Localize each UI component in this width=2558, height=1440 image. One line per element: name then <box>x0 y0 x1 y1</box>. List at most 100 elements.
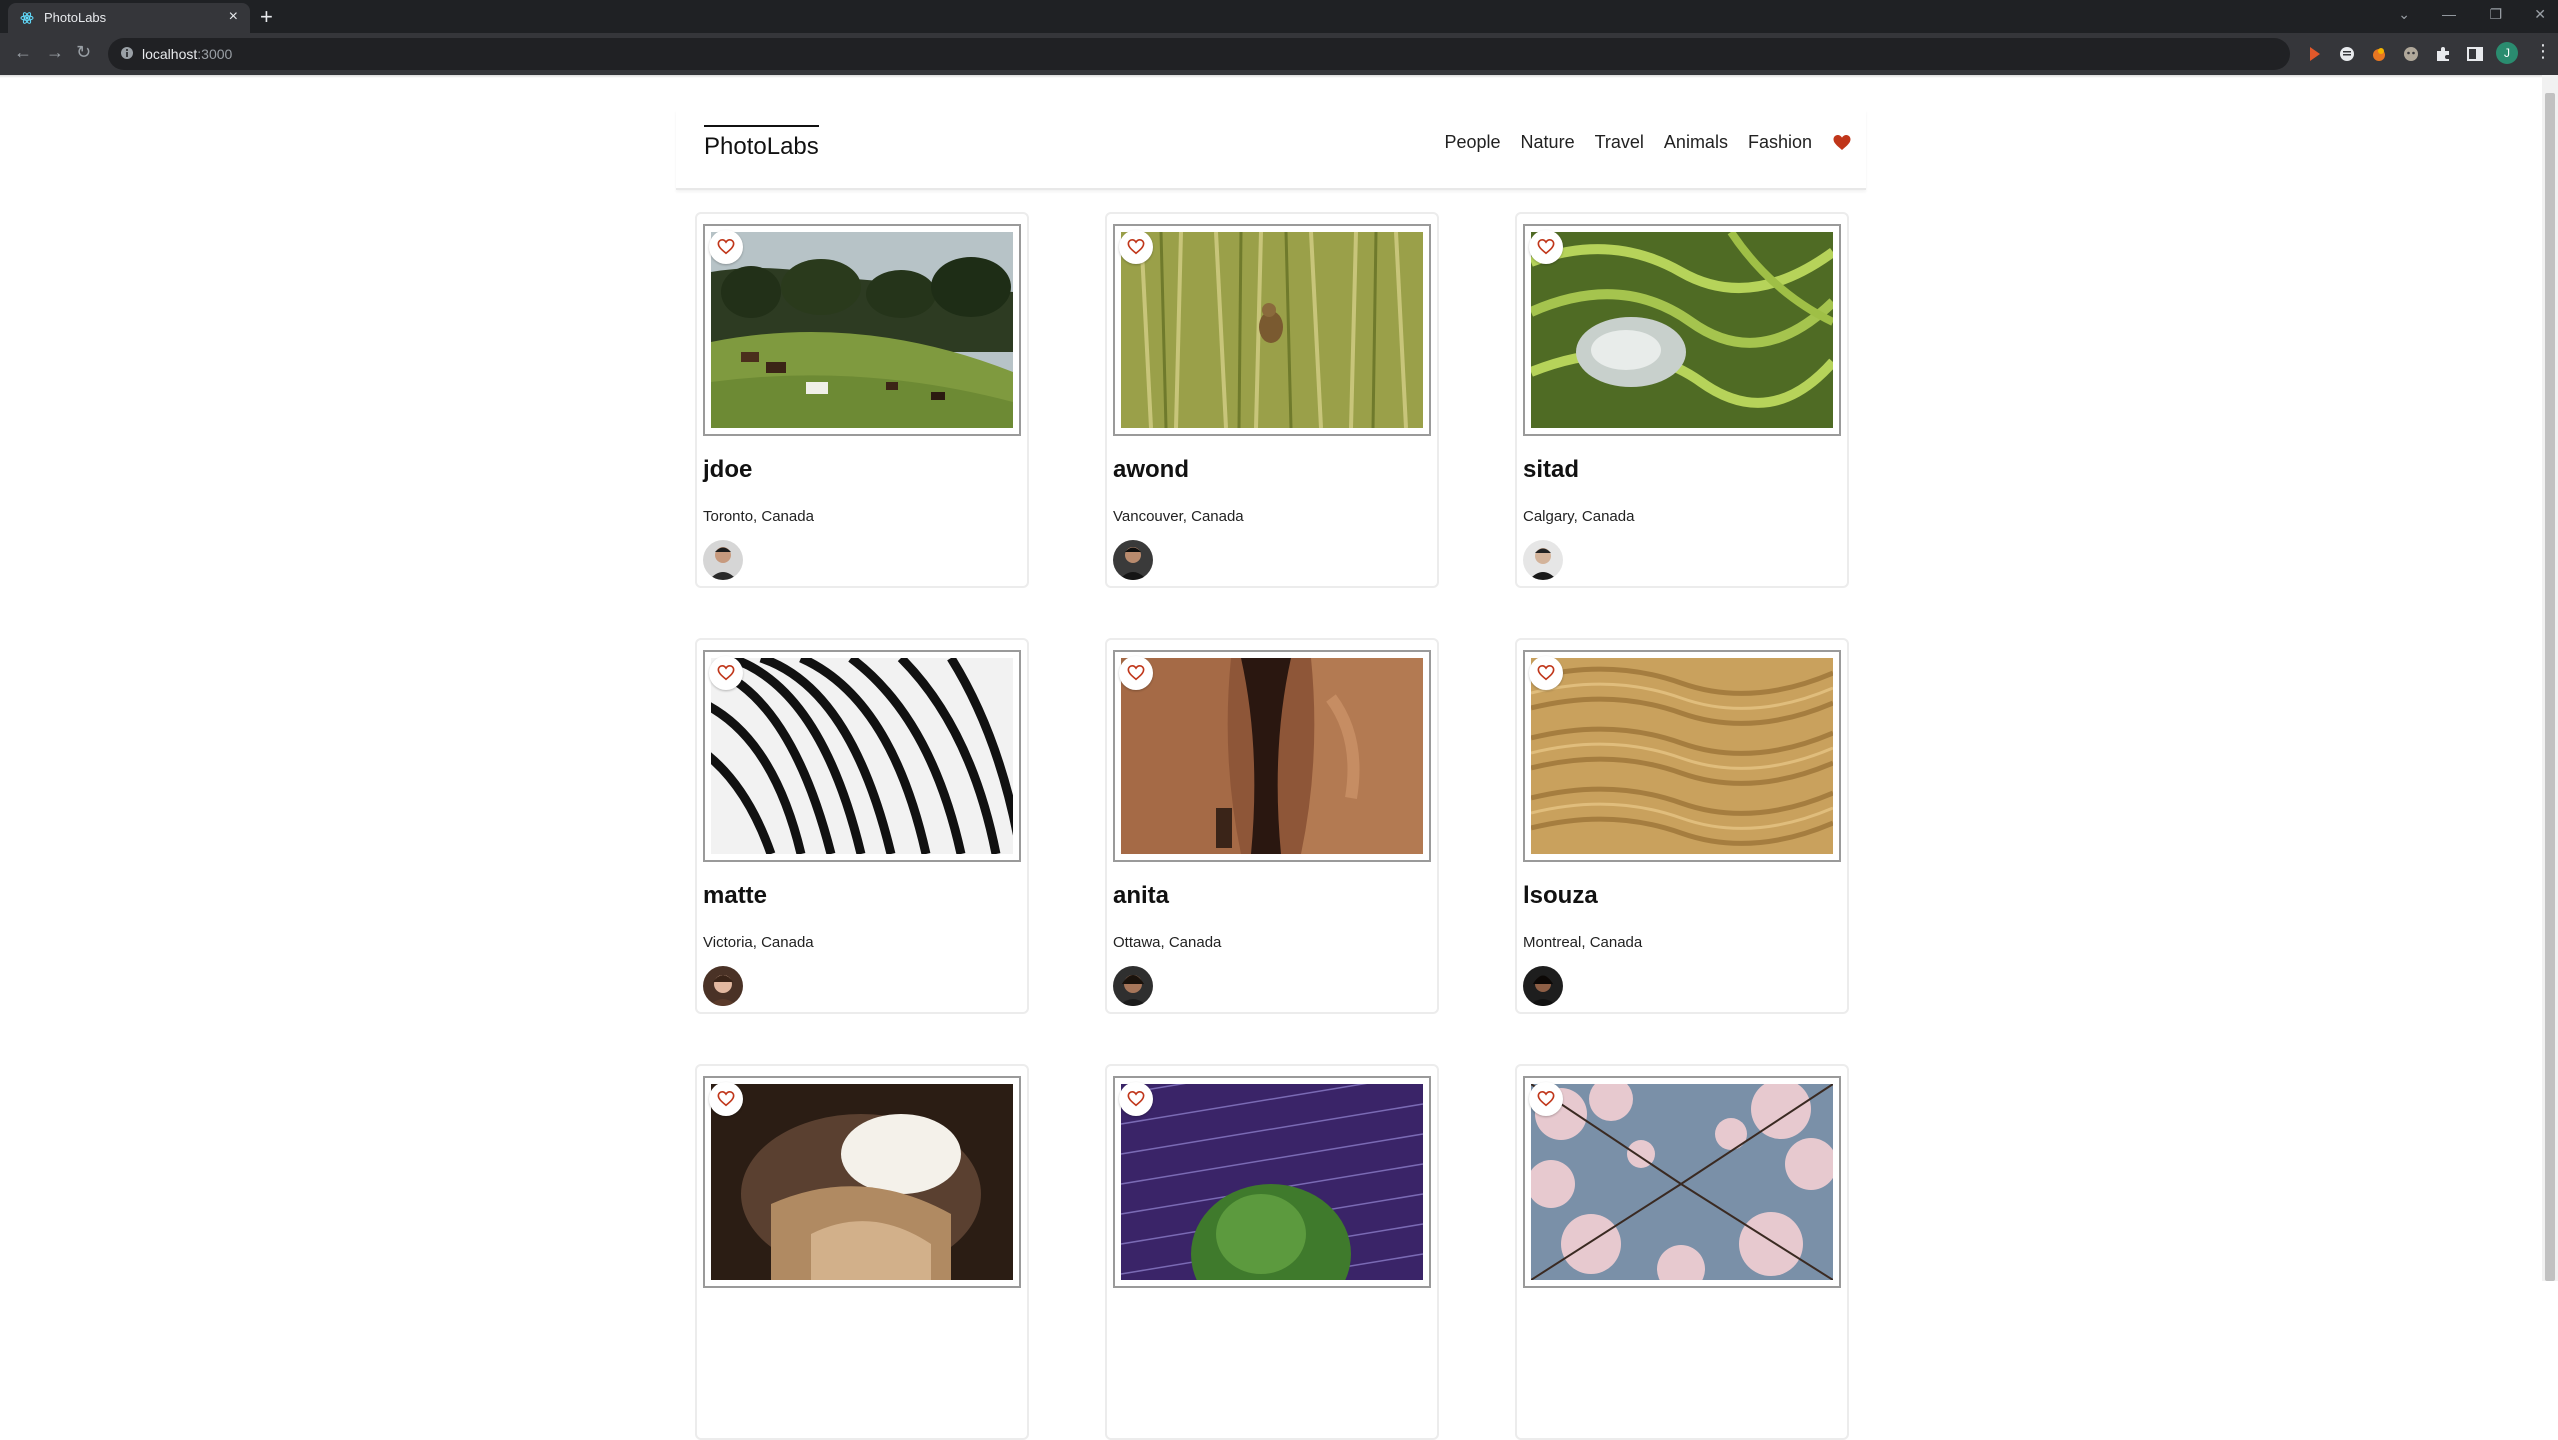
photo-card[interactable]: sitad Calgary, Canada <box>1515 212 1849 588</box>
topic-people[interactable]: People <box>1444 132 1500 153</box>
photo-location: Vancouver, Canada <box>1113 508 1244 525</box>
topic-animals[interactable]: Animals <box>1664 132 1728 153</box>
topic-nature[interactable]: Nature <box>1521 132 1575 153</box>
photo-username: jdoe <box>703 456 753 483</box>
url-port: :3000 <box>197 46 233 62</box>
favourite-button[interactable] <box>1529 1082 1563 1116</box>
photo-location: Montreal, Canada <box>1523 934 1643 951</box>
minimize-icon[interactable]: — <box>2442 6 2456 22</box>
reload-icon[interactable]: ↻ <box>76 42 91 63</box>
photo-frame <box>1113 650 1431 862</box>
photo-frame <box>1523 650 1841 862</box>
top-navigation-bar: PhotoLabs People Nature Travel Animals F… <box>676 110 1866 190</box>
extension-icon[interactable] <box>2402 45 2420 63</box>
photo-frame <box>703 1076 1021 1288</box>
user-avatar <box>1523 966 1563 1006</box>
photo-location: Toronto, Canada <box>703 508 814 525</box>
photo-image[interactable] <box>1531 232 1833 428</box>
page-shadow <box>0 75 2542 78</box>
photo-frame <box>1113 1076 1431 1288</box>
heart-outline-icon <box>1537 1090 1555 1107</box>
photo-card[interactable] <box>1105 1064 1439 1440</box>
heart-outline-icon <box>717 1090 735 1107</box>
photo-card[interactable]: matte Victoria, Canada <box>695 638 1029 1014</box>
close-window-icon[interactable]: ✕ <box>2534 6 2546 23</box>
url-text: localhost:3000 <box>142 46 232 62</box>
photo-card[interactable]: awond Vancouver, Canada <box>1105 212 1439 588</box>
photo-username: anita <box>1113 882 1170 909</box>
photo-card[interactable]: anita Ottawa, Canada <box>1105 638 1439 1014</box>
photo-card[interactable]: lsouza Montreal, Canada <box>1515 638 1849 1014</box>
address-bar[interactable]: localhost:3000 <box>108 38 2290 70</box>
back-icon[interactable]: ← <box>14 42 32 63</box>
favourites-heart-icon[interactable] <box>1832 133 1852 153</box>
photo-image[interactable] <box>711 1084 1013 1280</box>
scrollbar-thumb[interactable] <box>2545 93 2555 1281</box>
app-logo[interactable]: PhotoLabs <box>704 125 819 161</box>
photo-image[interactable] <box>1531 1084 1833 1280</box>
user-avatar <box>1113 966 1153 1006</box>
user-avatar <box>1113 540 1153 580</box>
restore-icon[interactable]: ❐ <box>2489 6 2502 23</box>
profile-avatar[interactable]: J <box>2496 42 2518 64</box>
photo-frame <box>1523 224 1841 436</box>
browser-menu-icon[interactable]: ⋮ <box>2534 41 2552 62</box>
photo-frame <box>1113 224 1431 436</box>
tab-search-icon[interactable]: ⌄ <box>2398 6 2410 23</box>
user-avatar <box>1523 540 1563 580</box>
user-avatar <box>703 966 743 1006</box>
topic-travel[interactable]: Travel <box>1595 132 1644 153</box>
photo-image[interactable] <box>1121 658 1423 854</box>
photo-frame <box>703 650 1021 862</box>
tab-close-icon[interactable]: × <box>229 8 238 26</box>
extension-icon[interactable] <box>2306 45 2324 63</box>
favourite-button[interactable] <box>1119 656 1153 690</box>
favourite-button[interactable] <box>1529 656 1563 690</box>
extension-icon[interactable] <box>2338 45 2356 63</box>
photo-username: matte <box>703 882 768 909</box>
photo-location: Calgary, Canada <box>1523 508 1635 525</box>
photo-card[interactable] <box>1515 1064 1849 1440</box>
photo-image[interactable] <box>711 658 1013 854</box>
favourite-button[interactable] <box>1529 230 1563 264</box>
heart-outline-icon <box>1537 664 1555 681</box>
photo-location: Ottawa, Canada <box>1113 934 1222 951</box>
photo-location: Victoria, Canada <box>703 934 814 951</box>
side-panel-icon[interactable] <box>2466 45 2484 63</box>
heart-outline-icon <box>1537 238 1555 255</box>
favourite-button[interactable] <box>709 230 743 264</box>
site-info-icon[interactable] <box>120 46 134 60</box>
forward-icon[interactable]: → <box>46 42 64 63</box>
photo-image[interactable] <box>1121 232 1423 428</box>
browser-tab[interactable]: PhotoLabs × <box>8 3 250 33</box>
photo-username: awond <box>1113 456 1189 483</box>
browser-toolbar: ← → ↻ localhost:3000 J ⋮ <box>0 33 2558 75</box>
photo-card[interactable]: jdoe Toronto, Canada <box>695 212 1029 588</box>
user-avatar <box>703 540 743 580</box>
react-logo-icon <box>20 12 34 24</box>
photo-username: lsouza <box>1523 882 1598 909</box>
heart-outline-icon <box>717 664 735 681</box>
heart-outline-icon <box>1127 238 1145 255</box>
photo-image[interactable] <box>1531 658 1833 854</box>
browser-tabstrip: PhotoLabs × + ⌄ — ❐ ✕ <box>0 0 2558 33</box>
extension-icon[interactable] <box>2370 45 2388 63</box>
scrollbar[interactable] <box>2542 75 2558 1281</box>
favourite-button[interactable] <box>1119 230 1153 264</box>
extensions-puzzle-icon[interactable] <box>2434 45 2452 63</box>
topic-fashion[interactable]: Fashion <box>1748 132 1812 153</box>
photo-image[interactable] <box>1121 1084 1423 1280</box>
heart-outline-icon <box>717 238 735 255</box>
photo-card[interactable] <box>695 1064 1029 1440</box>
photo-frame <box>703 224 1021 436</box>
photo-username: sitad <box>1523 456 1580 483</box>
photo-frame <box>1523 1076 1841 1288</box>
url-host: localhost <box>142 46 198 62</box>
photo-image[interactable] <box>711 232 1013 428</box>
new-tab-icon[interactable]: + <box>260 4 273 30</box>
favourite-button[interactable] <box>1119 1082 1153 1116</box>
tab-title: PhotoLabs <box>44 10 107 25</box>
favourite-button[interactable] <box>709 656 743 690</box>
heart-outline-icon <box>1127 1090 1145 1107</box>
favourite-button[interactable] <box>709 1082 743 1116</box>
